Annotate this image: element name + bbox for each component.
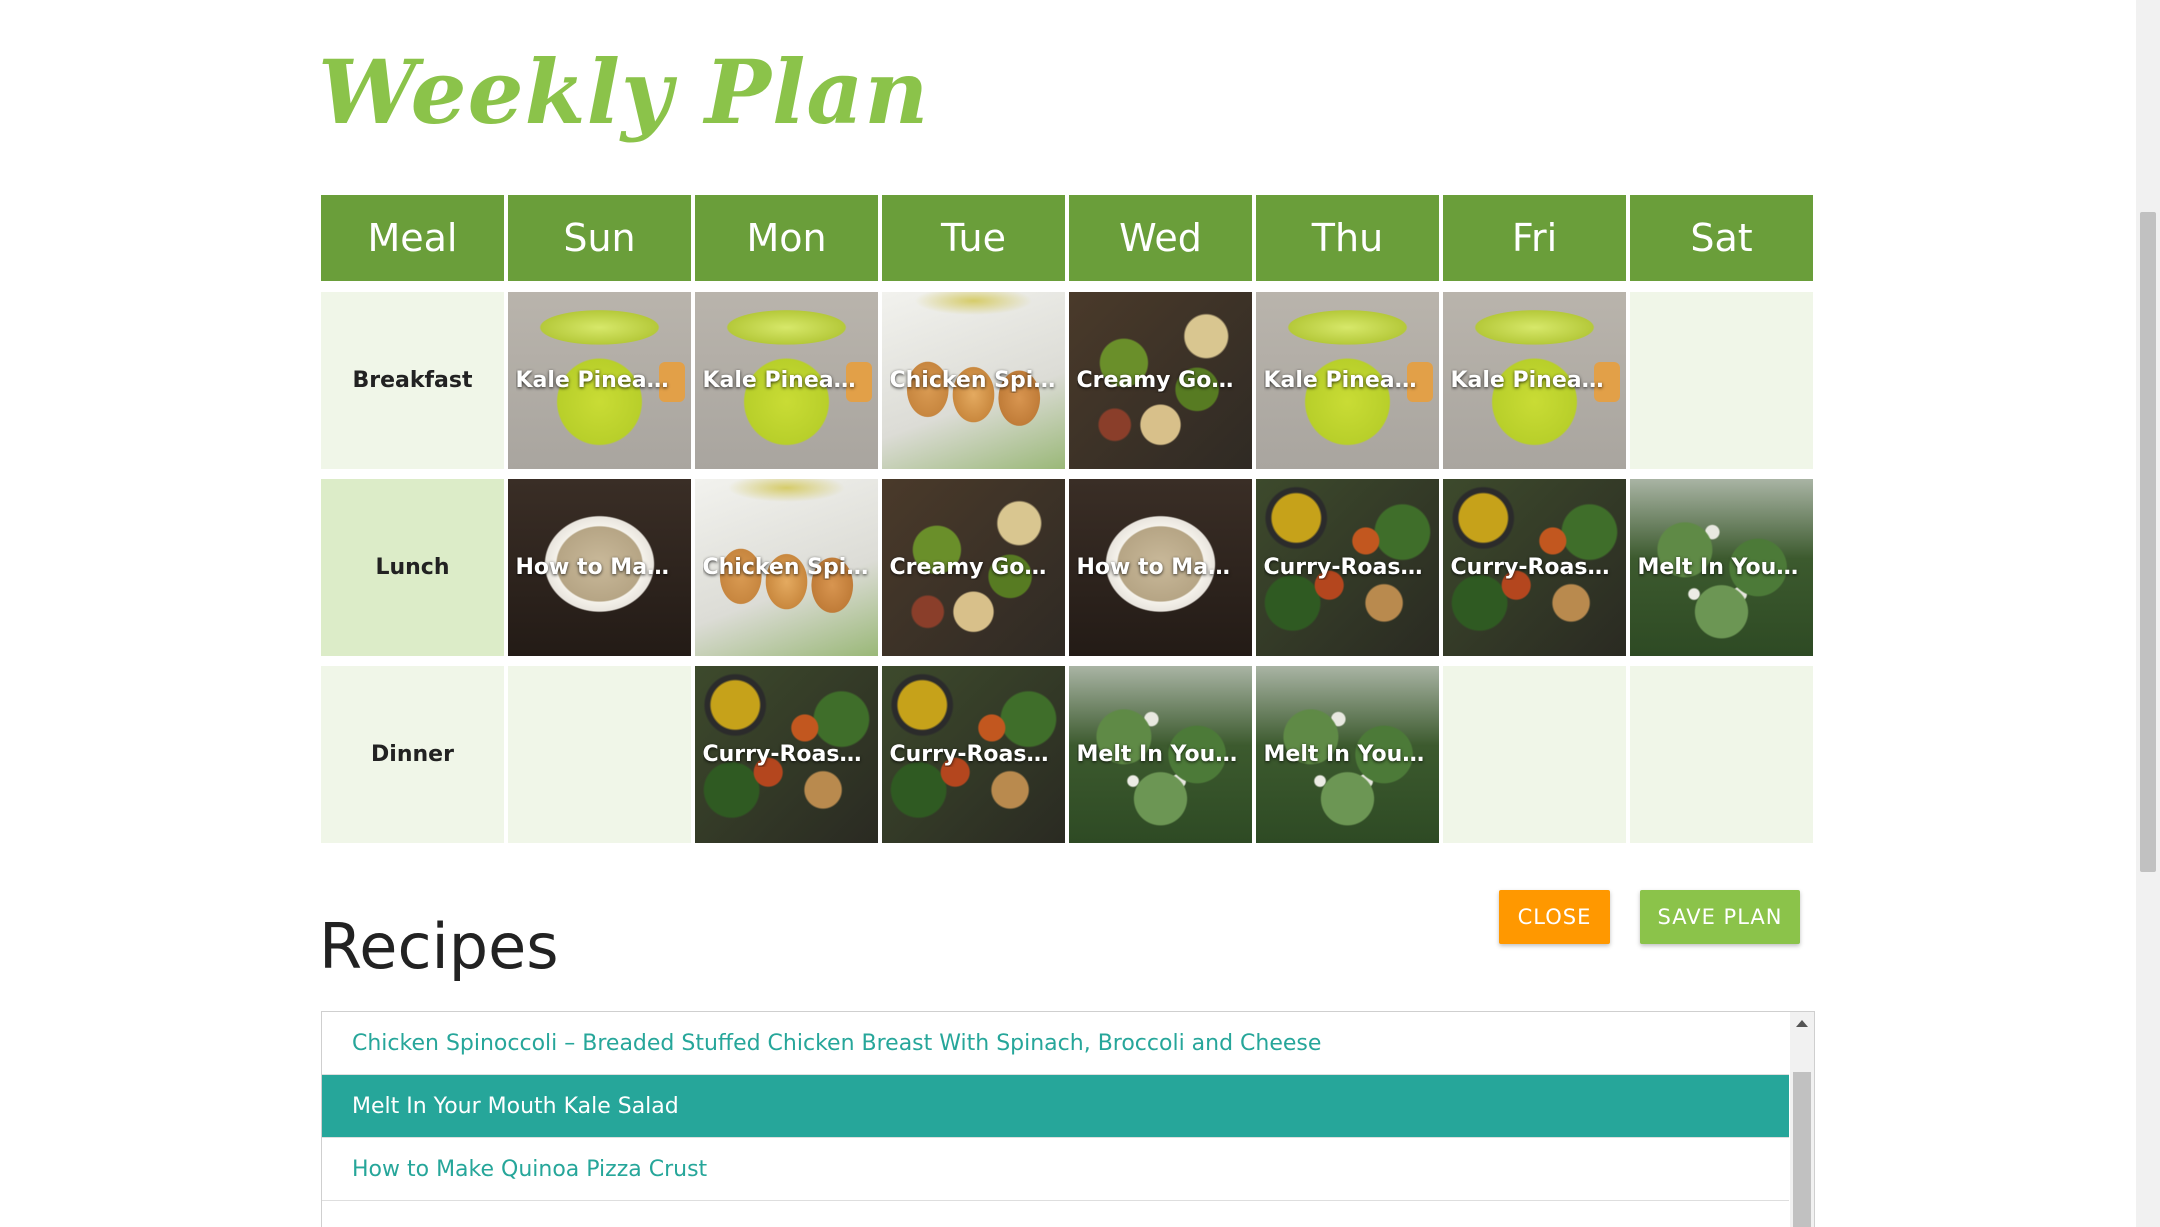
plan-empty-cell[interactable] bbox=[1630, 666, 1813, 843]
day-header-row: Meal Sun Mon Tue Wed Thu Fri Sat bbox=[321, 195, 1814, 281]
plan-recipe-cell[interactable]: Curry-Roaste… bbox=[1443, 479, 1626, 656]
header-day-sat: Sat bbox=[1630, 195, 1813, 281]
recipe-list-item[interactable]: Chicken Spinoccoli – Breaded Stuffed Chi… bbox=[322, 1012, 1789, 1075]
plan-recipe-cell[interactable]: Curry-Roaste… bbox=[882, 666, 1065, 843]
scroll-up-arrow-icon[interactable] bbox=[1796, 1020, 1808, 1027]
plan-empty-cell[interactable] bbox=[1630, 292, 1813, 469]
page-title: Weekly Plan bbox=[318, 40, 930, 144]
recipe-title: Curry-Roaste… bbox=[1263, 555, 1432, 580]
meal-planner-page: Weekly Plan Meal Sun Mon Tue Wed Thu Fri Sat Br… bbox=[0, 0, 2160, 1227]
plan-recipe-cell[interactable]: Kale Pineapp… bbox=[508, 292, 691, 469]
page-scrollbar-thumb[interactable] bbox=[2140, 212, 2156, 872]
meal-row-dinner: Dinner Curry-Roaste… Curry-Roaste… Melt In … bbox=[321, 666, 1814, 843]
plan-recipe-cell[interactable]: Melt In Your … bbox=[1256, 666, 1439, 843]
recipe-title: Melt In Your … bbox=[1076, 742, 1245, 767]
header-day-wed: Wed bbox=[1069, 195, 1252, 281]
recipe-title: Creamy Goat… bbox=[1076, 368, 1245, 393]
recipe-title: Melt In Your … bbox=[1263, 742, 1432, 767]
recipe-title: Chicken Spin… bbox=[702, 555, 871, 580]
plan-recipe-cell[interactable]: Melt In Your … bbox=[1069, 666, 1252, 843]
recipes-heading: Recipes bbox=[319, 910, 559, 983]
recipe-title: Curry-Roaste… bbox=[889, 742, 1058, 767]
meal-row-breakfast: Breakfast Kale Pineapp… Kale Pineapp… Chick… bbox=[321, 292, 1814, 469]
recipe-title: How to Mak… bbox=[1076, 555, 1245, 580]
meal-label: Breakfast bbox=[321, 292, 504, 469]
recipe-title: Creamy Goat… bbox=[889, 555, 1058, 580]
recipes-listbox[interactable]: Chicken Spinoccoli – Breaded Stuffed Chi… bbox=[321, 1011, 1815, 1227]
recipes-scrollbar-thumb[interactable] bbox=[1793, 1072, 1811, 1227]
recipe-title: Kale Pineapp… bbox=[1450, 368, 1619, 393]
recipe-title: Melt In Your … bbox=[1637, 555, 1806, 580]
recipe-title: Kale Pineapp… bbox=[702, 368, 871, 393]
plan-recipe-cell[interactable]: Chicken Spin… bbox=[882, 292, 1065, 469]
recipe-list-item[interactable]: How to Make Quinoa Pizza Crust bbox=[322, 1138, 1789, 1201]
header-day-mon: Mon bbox=[695, 195, 878, 281]
plan-recipe-cell[interactable]: Kale Pineapp… bbox=[1443, 292, 1626, 469]
plan-recipe-cell[interactable]: Curry-Roaste… bbox=[695, 666, 878, 843]
page-scrollbar[interactable] bbox=[2136, 0, 2160, 1227]
plan-recipe-cell[interactable]: Curry-Roaste… bbox=[1256, 479, 1439, 656]
meal-label: Lunch bbox=[321, 479, 504, 656]
recipe-title: Curry-Roaste… bbox=[1450, 555, 1619, 580]
recipe-title: Kale Pineapp… bbox=[515, 368, 684, 393]
recipe-title: How to Mak… bbox=[515, 555, 684, 580]
plan-empty-cell[interactable] bbox=[508, 666, 691, 843]
recipe-list-item[interactable]: Melt In Your Mouth Kale Salad bbox=[322, 1075, 1789, 1138]
recipe-title: Chicken Spin… bbox=[889, 368, 1058, 393]
plan-recipe-cell[interactable]: Creamy Goat… bbox=[882, 479, 1065, 656]
plan-recipe-cell[interactable]: How to Mak… bbox=[1069, 479, 1252, 656]
plan-recipe-cell[interactable]: Kale Pineapp… bbox=[1256, 292, 1439, 469]
weekly-plan-grid: Meal Sun Mon Tue Wed Thu Fri Sat Breakfast Kale … bbox=[321, 195, 1814, 843]
meal-row-lunch: Lunch How to Mak… Chicken Spin… Creamy Goat… bbox=[321, 479, 1814, 656]
save-plan-button[interactable]: SAVE PLAN bbox=[1640, 890, 1800, 944]
header-day-sun: Sun bbox=[508, 195, 691, 281]
plan-recipe-cell[interactable]: Kale Pineapp… bbox=[695, 292, 878, 469]
recipe-title: Curry-Roaste… bbox=[702, 742, 871, 767]
plan-recipe-cell[interactable]: Chicken Spin… bbox=[695, 479, 878, 656]
recipes-scrollbar[interactable] bbox=[1790, 1012, 1814, 1227]
plan-recipe-cell[interactable]: How to Mak… bbox=[508, 479, 691, 656]
close-button[interactable]: CLOSE bbox=[1499, 890, 1610, 944]
header-day-fri: Fri bbox=[1443, 195, 1626, 281]
plan-recipe-cell[interactable]: Creamy Goat… bbox=[1069, 292, 1252, 469]
recipe-title: Kale Pineapp… bbox=[1263, 368, 1432, 393]
header-meal: Meal bbox=[321, 195, 504, 281]
header-day-tue: Tue bbox=[882, 195, 1065, 281]
meal-label: Dinner bbox=[321, 666, 504, 843]
plan-empty-cell[interactable] bbox=[1443, 666, 1626, 843]
recipe-list-item[interactable] bbox=[322, 1201, 1789, 1227]
plan-recipe-cell[interactable]: Melt In Your … bbox=[1630, 479, 1813, 656]
header-day-thu: Thu bbox=[1256, 195, 1439, 281]
